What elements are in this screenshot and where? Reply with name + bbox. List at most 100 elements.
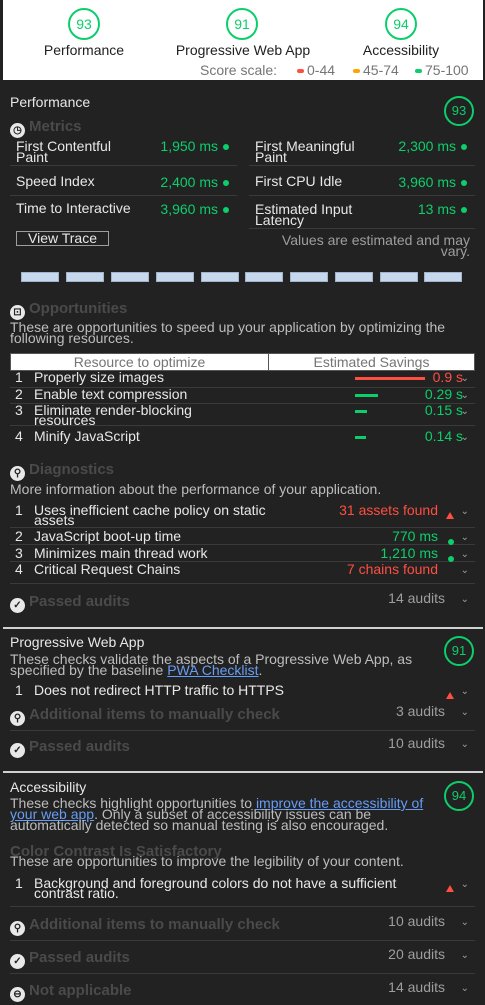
pass-icon — [461, 180, 467, 187]
metrics-heading-label: Metrics — [29, 118, 82, 135]
pwa-gauge[interactable]: 91 — [226, 8, 258, 40]
chevron-down-icon[interactable]: ⌄ — [461, 390, 469, 401]
chevron-down-icon[interactable]: ⌄ — [461, 950, 469, 961]
metric-name: First Contentful Paint — [16, 138, 111, 165]
metric-speed-index: Speed Index 2,400 ms — [10, 170, 237, 196]
passed-audits-heading: ✓ Passed audits — [10, 738, 130, 758]
metric-estimated-input-latency: Estimated Input Latency 13 ms — [249, 201, 475, 229]
fail-icon — [446, 879, 454, 895]
chevron-down-icon[interactable]: ⌄ — [461, 373, 469, 384]
pwa-passed-audits[interactable]: ✓ Passed audits 10 audits ⌄ — [10, 732, 475, 764]
diagnostic-row[interactable]: 1 Uses inefficient cache policy on stati… — [10, 502, 475, 528]
manual-check-heading: ⚲ Additional items to manually check — [10, 706, 280, 726]
opportunities-description: These are opportunities to speed up your… — [10, 319, 446, 346]
average-dot-icon — [353, 69, 360, 74]
passed-audits-heading: ✓ Passed audits — [10, 593, 130, 613]
pwa-audit-row[interactable]: 1 Does not redirect HTTP traffic to HTTP… — [10, 682, 475, 702]
diagnostic-row[interactable]: 2 JavaScript boot-up time 770 ms ⌄ — [10, 528, 475, 546]
accessibility-audit-row[interactable]: 1 Background and foreground colors do no… — [10, 875, 475, 907]
savings-bar — [355, 377, 425, 380]
diagnostic-row[interactable]: 4 Critical Request Chains 7 chains found… — [10, 561, 475, 584]
savings-bar — [355, 436, 366, 439]
diagnostic-row[interactable]: 3 Minimizes main thread work 1,210 ms ⌄ — [10, 545, 475, 563]
timer-icon: ◷ — [10, 123, 25, 138]
a11y-passed-audits[interactable]: ✓ Passed audits 20 audits ⌄ — [10, 942, 475, 974]
chevron-down-icon[interactable]: ⌄ — [461, 739, 469, 750]
chevron-down-icon[interactable]: ⌄ — [461, 532, 469, 543]
scale-fail-label: 0-44 — [307, 62, 336, 78]
row-value: 7 chains found — [346, 561, 438, 577]
diagnostics-heading: ⚲ Diagnostics — [10, 461, 114, 481]
chevron-down-icon[interactable]: ⌄ — [461, 594, 469, 605]
manual-check-label: Additional items to manually check — [29, 706, 280, 723]
manual-check-count: 10 audits — [388, 913, 445, 929]
performance-gauge-label[interactable]: Performance — [27, 42, 141, 58]
chevron-down-icon[interactable]: ⌄ — [461, 686, 469, 697]
row-title: Uses inefficient cache policy on static … — [34, 502, 266, 528]
opportunity-row[interactable]: 3 Eliminate render-blocking resources 0.… — [10, 402, 475, 428]
filmstrip-frame — [424, 272, 462, 282]
manual-check-label: Additional items to manually check — [29, 916, 280, 933]
pwa-checklist-link[interactable]: PWA Checklist — [167, 662, 258, 678]
metric-value: 3,960 ms — [160, 201, 218, 217]
chevron-down-icon[interactable]: ⌄ — [461, 707, 469, 718]
opportunity-row[interactable]: 4 Minify JavaScript 0.14 s ⌄ — [10, 426, 475, 446]
filmstrip-frame — [245, 272, 283, 282]
chevron-down-icon[interactable]: ⌄ — [461, 983, 469, 994]
section-divider — [3, 771, 483, 773]
row-title: Minify JavaScript — [34, 428, 140, 444]
check-icon: ✓ — [10, 743, 25, 758]
accessibility-description: These checks highlight opportunities to … — [10, 796, 438, 832]
magnifier-icon: ⚲ — [10, 711, 25, 726]
pwa-gauge-label[interactable]: Progressive Web App — [163, 42, 323, 58]
scale-pass-label: 75-100 — [425, 62, 469, 78]
chevron-down-icon[interactable]: ⌄ — [461, 917, 469, 928]
magnifier-icon: ⚲ — [10, 466, 25, 481]
fail-icon — [446, 506, 454, 522]
metric-value: 2,300 ms — [398, 138, 456, 154]
passed-audits-heading: ✓ Passed audits — [10, 949, 130, 969]
metric-name: First CPU Idle — [255, 173, 343, 189]
accessibility-title: Accessibility — [10, 779, 87, 795]
row-title: Eliminate render-blocking resources — [34, 402, 192, 428]
performance-gauge[interactable]: 93 — [68, 8, 100, 40]
view-trace-button[interactable]: View Trace — [16, 231, 109, 246]
chevron-down-icon[interactable]: ⌄ — [461, 432, 469, 443]
filmstrip-frame — [380, 272, 418, 282]
pass-icon — [223, 207, 229, 214]
chevron-down-icon[interactable]: ⌄ — [461, 549, 469, 560]
accessibility-gauge[interactable]: 94 — [385, 8, 417, 40]
row-title: Does not redirect HTTP traffic to HTTPS — [34, 682, 285, 698]
accessibility-score: 94 — [444, 781, 474, 811]
row-savings: 0.9 s — [432, 369, 463, 385]
scale-pass: 75-100 — [415, 62, 469, 78]
scale-average: 45-74 — [353, 62, 399, 78]
row-title: Enable text compression — [34, 386, 188, 402]
not-applicable-count: 14 audits — [388, 979, 445, 995]
pwa-manual-items[interactable]: ⚲ Additional items to manually check 3 au… — [10, 700, 475, 731]
performance-title: Performance — [10, 94, 91, 110]
a11y-not-applicable[interactable]: ⊖ Not applicable 14 audits ⌄ — [10, 975, 475, 1005]
chevron-down-icon[interactable]: ⌄ — [461, 879, 469, 890]
scale-fail: 0-44 — [297, 62, 335, 78]
row-value: 770 ms — [392, 528, 438, 544]
check-icon: ✓ — [10, 598, 25, 613]
chevron-down-icon[interactable]: ⌄ — [461, 565, 469, 576]
pass-icon — [461, 207, 467, 214]
a11y-manual-items[interactable]: ⚲ Additional items to manually check 10 a… — [10, 908, 475, 941]
filmstrip-frame — [290, 272, 328, 282]
row-index: 4 — [15, 561, 23, 577]
perf-passed-audits[interactable]: ✓ Passed audits 14 audits ⌄ — [10, 588, 475, 620]
score-scale-label: Score scale: — [200, 62, 278, 78]
row-savings: 0.29 s — [424, 386, 463, 402]
chevron-down-icon[interactable]: ⌄ — [461, 506, 469, 517]
row-title: Critical Request Chains — [34, 561, 181, 577]
accessibility-gauge-label[interactable]: Accessibility — [348, 42, 454, 58]
metric-name: First Meaningful Paint — [255, 138, 355, 165]
metric-name: Speed Index — [16, 173, 95, 189]
row-index: 1 — [15, 875, 23, 891]
filmstrip-frame — [335, 272, 373, 282]
metric-time-to-interactive: Time to Interactive 3,960 ms — [10, 197, 237, 223]
pass-icon — [223, 144, 229, 151]
chevron-down-icon[interactable]: ⌄ — [461, 406, 469, 417]
